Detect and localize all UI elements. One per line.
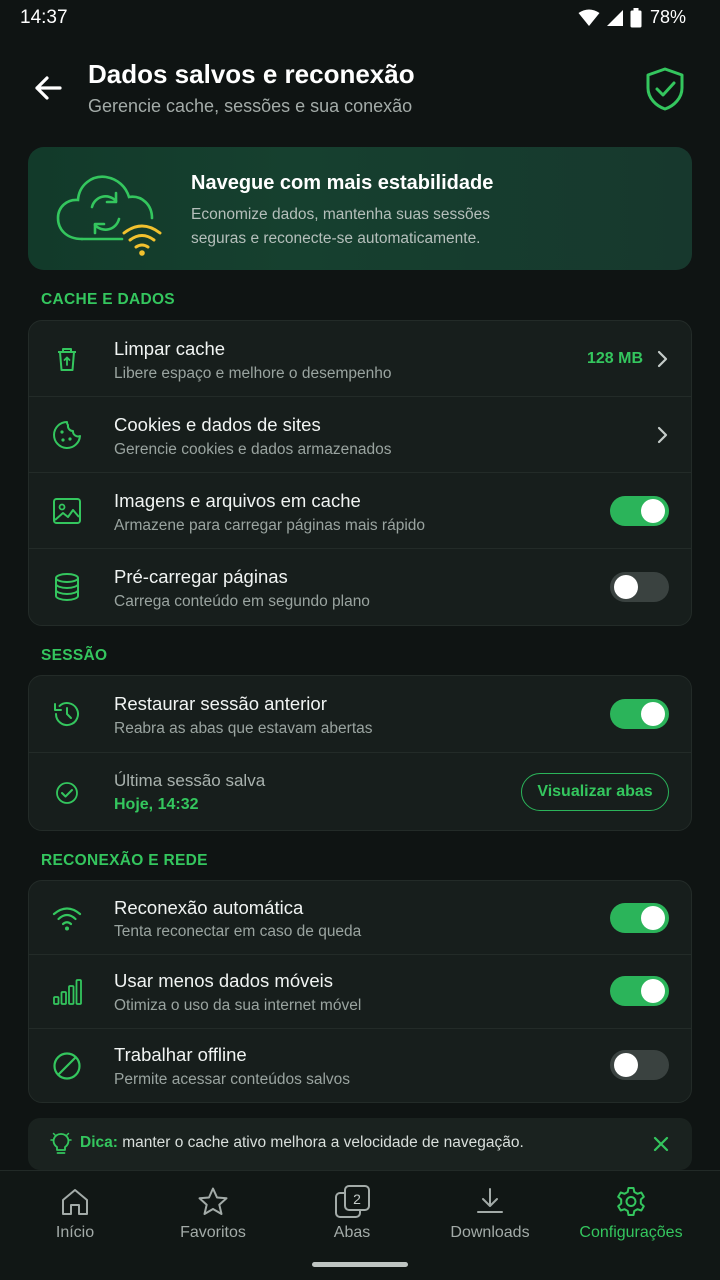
tip-banner: Dica: manter o cache ativo melhora a vel… [28,1118,692,1170]
wifi-icon [52,907,82,931]
status-bar: 14:37 78% [0,0,720,36]
last-session-time: Hoje, 14:32 [114,796,199,813]
trash-icon [58,348,76,371]
cookies-row[interactable]: Cookies e dados de sites Gerencie cookie… [29,397,691,473]
network-card: Reconexão automática Tenta reconectar em… [28,880,692,1103]
nav-label: Início [55,1224,95,1241]
row-title: Imagens e arquivos em cache [114,490,361,511]
row-subtitle: Tenta reconectar em caso de queda [114,923,362,940]
nav-tabs[interactable]: 2 Abas [282,1171,422,1261]
chevron-right-icon [657,350,668,368]
gear-icon [617,1187,645,1216]
cloud-sync-wifi-illustration [52,163,172,257]
row-subtitle: Carrega conteúdo em segundo plano [114,593,370,610]
row-title: Usar menos dados móveis [114,970,334,991]
row-title: Trabalhar offline [114,1044,247,1065]
cached-images-toggle[interactable] [610,496,669,526]
cached-images-row: Imagens e arquivos em cache Armazene par… [29,473,691,549]
home-indicator [312,1262,408,1267]
nav-label: Configurações [579,1224,683,1241]
page-subtitle: Gerencie cache, sessões e sua conexão [88,96,413,116]
row-subtitle: Otimiza o uso da sua internet móvel [114,997,362,1014]
row-subtitle: Reabra as abas que estavam abertas [114,720,373,737]
nav-label: Downloads [450,1224,530,1241]
tabs-icon: 2 [335,1185,370,1218]
arrow-left-icon [35,76,62,100]
banner-text: Economize dados, mantenha suas sessões s… [191,206,490,247]
row-subtitle: Permite acessar conteúdos salvos [114,1071,351,1088]
back-button[interactable] [30,70,66,106]
work-offline-row: Trabalhar offline Permite acessar conteú… [29,1029,691,1102]
cache-size: 128 MB [586,350,643,367]
auto-reconnect-toggle[interactable] [610,903,669,933]
tabs-badge: 2 [353,1191,361,1207]
page-title: Dados salvos e reconexão [88,59,415,89]
signal-bars-icon [53,979,82,1005]
battery-level: 78% [649,7,686,27]
chevron-right-icon [657,426,668,444]
row-title: Pré-carregar páginas [114,566,288,587]
stability-banner: Navegue com mais estabilidade Economize … [28,147,692,270]
tip-label: Dica: [80,1134,118,1151]
preload-pages-toggle[interactable] [610,572,669,602]
row-title: Cookies e dados de sites [114,414,321,435]
lightbulb-icon [50,1132,72,1154]
banner-title: Navegue com mais estabilidade [191,172,494,194]
view-tabs-button[interactable]: Visualizar abas [521,773,669,811]
row-subtitle: Armazene para carregar páginas mais rápi… [114,517,426,534]
nav-favorites[interactable]: Favoritos [143,1171,283,1261]
close-icon[interactable] [652,1135,670,1153]
block-icon [53,1052,81,1080]
preload-pages-row: Pré-carregar páginas Carrega conteúdo em… [29,549,691,625]
history-icon [54,702,79,727]
cookie-icon [53,421,81,449]
app-header: Dados salvos e reconexão Gerencie cache,… [0,52,720,132]
nav-label: Favoritos [180,1224,246,1241]
nav-downloads[interactable]: Downloads [420,1171,560,1261]
cache-card: Limpar cache Libere espaço e melhore o d… [28,320,692,626]
nav-settings[interactable]: Configurações [561,1171,701,1261]
nav-home[interactable]: Início [5,1171,145,1261]
restore-session-row: Restaurar sessão anterior Reabra as abas… [29,676,691,753]
nav-label: Abas [333,1224,371,1241]
section-label-session: SESSÃO [41,647,108,664]
less-mobile-data-toggle[interactable] [610,976,669,1006]
last-session-label: Última sessão salva [114,771,266,790]
database-icon [55,573,79,602]
clear-cache-row[interactable]: Limpar cache Libere espaço e melhore o d… [29,321,691,397]
row-title: Reconexão automática [114,897,304,918]
section-label-cache: CACHE E DADOS [41,291,175,308]
star-icon [198,1187,228,1215]
restore-session-toggle[interactable] [610,699,669,729]
less-mobile-data-row: Usar menos dados móveis Otimiza o uso da… [29,955,691,1029]
row-subtitle: Libere espaço e melhore o desempenho [114,365,392,382]
home-icon [62,1189,88,1215]
session-card: Restaurar sessão anterior Reabra as abas… [28,675,692,831]
image-icon [53,498,81,524]
row-title: Limpar cache [114,338,226,359]
signal-icon [606,9,623,26]
battery-icon [630,7,642,27]
shield-check-icon[interactable] [644,66,686,112]
last-session-row: Última sessão salva Hoje, 14:32 Visualiz… [29,753,691,830]
status-time: 14:37 [20,7,68,28]
tip-text: manter o cache ativo melhora a velocidad… [117,1134,524,1151]
section-label-network: RECONEXÃO E REDE [41,852,208,869]
row-title: Restaurar sessão anterior [114,693,327,714]
row-subtitle: Gerencie cookies e dados armazenados [114,441,392,458]
check-circle-icon [56,782,78,804]
auto-reconnect-row: Reconexão automática Tenta reconectar em… [29,881,691,955]
wifi-status-icon [578,9,600,26]
download-icon [477,1188,503,1213]
work-offline-toggle[interactable] [610,1050,669,1080]
